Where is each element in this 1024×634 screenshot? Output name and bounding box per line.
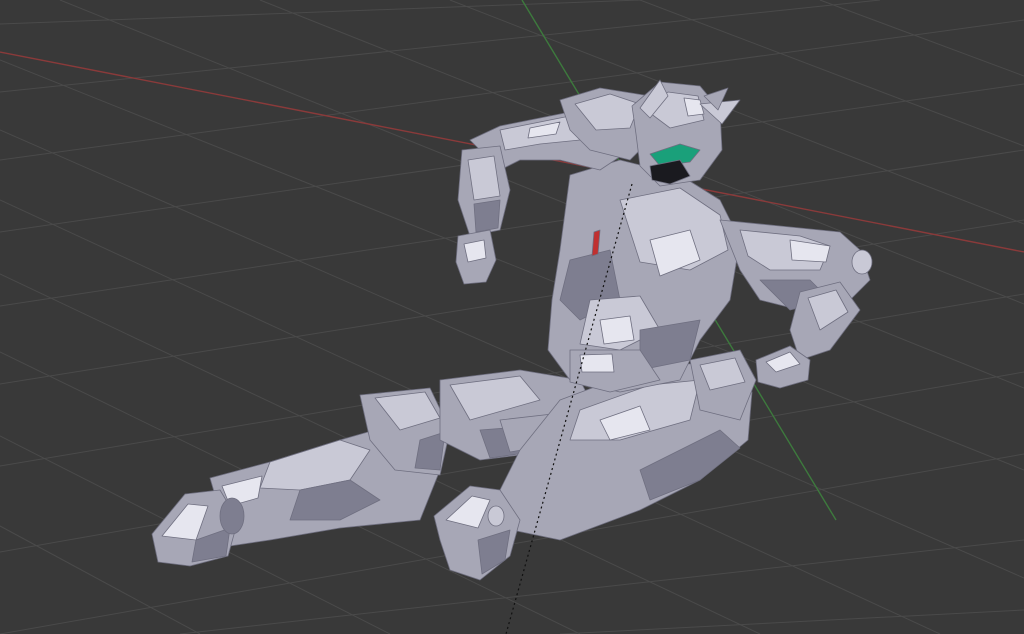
- mesh-face-39: [467, 155, 501, 201]
- mesh-face-24: [487, 505, 505, 527]
- mesh-face-30: [599, 315, 635, 345]
- 3d-viewport[interactable]: [0, 0, 1024, 634]
- mesh-face-61: [851, 249, 873, 275]
- mesh-face-42: [463, 239, 487, 263]
- mesh-face-40: [473, 199, 501, 233]
- viewport-canvas[interactable]: [0, 0, 1024, 634]
- mesh-face-33: [579, 353, 615, 373]
- mesh-face-10: [219, 497, 245, 535]
